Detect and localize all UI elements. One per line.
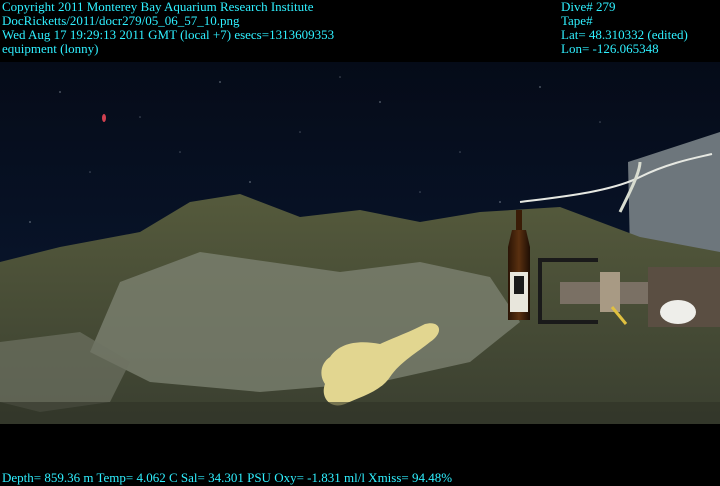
timestamp-line: Wed Aug 17 19:29:13 2011 GMT (local +7) … <box>2 27 335 42</box>
annotation-line: equipment (lonny) <box>2 41 99 56</box>
tape-number: Tape# <box>561 13 593 28</box>
seafloor-scene <box>0 62 720 424</box>
overlay-top-left: Copyright 2011 Monterey Bay Aquarium Res… <box>2 0 334 56</box>
latitude: Lat= 48.310332 (edited) <box>561 27 688 42</box>
image-path-line: DocRicketts/2011/docr279/05_06_57_10.png <box>2 13 240 28</box>
overlay-bottom-sensors: Depth= 859.36 m Temp= 4.062 C Sal= 34.30… <box>2 470 453 485</box>
foreground-shadow <box>0 402 720 424</box>
dive-number: Dive# 279 <box>561 0 616 14</box>
longitude: Lon= -126.065348 <box>561 41 659 56</box>
red-organism <box>102 114 106 122</box>
copyright-line: Copyright 2011 Monterey Bay Aquarium Res… <box>2 0 314 14</box>
overlay-top-right: Dive# 279 Tape# Lat= 48.310332 (edited) … <box>561 0 688 56</box>
